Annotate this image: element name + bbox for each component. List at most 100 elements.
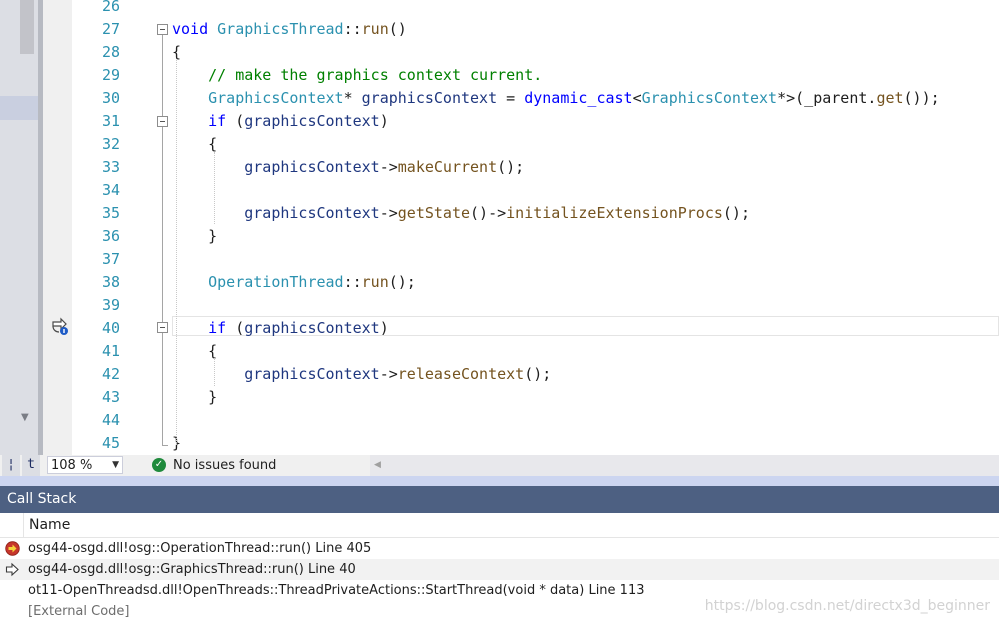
code-token: { bbox=[172, 43, 182, 61]
code-token: } bbox=[172, 227, 218, 245]
code-line[interactable]: // make the graphics context current. bbox=[172, 65, 542, 85]
panel-splitter[interactable] bbox=[0, 476, 999, 486]
code-token: { bbox=[172, 342, 218, 360]
code-line[interactable]: void GraphicsThread::run() bbox=[172, 19, 407, 39]
line-number: 45 bbox=[101, 434, 120, 452]
code-line[interactable]: { bbox=[172, 134, 217, 154]
issues-status[interactable]: No issues found bbox=[173, 455, 276, 476]
line-number: 36 bbox=[101, 227, 120, 245]
code-line[interactable]: { bbox=[172, 42, 181, 62]
code-line[interactable]: graphicsContext->getState()->initializeE… bbox=[172, 203, 750, 223]
collapse-block-icon[interactable] bbox=[157, 322, 168, 333]
code-token: GraphicsContext bbox=[172, 89, 344, 107]
caller-frame-arrow-icon bbox=[5, 562, 19, 577]
watermark: https://blog.csdn.net/directx3d_beginner bbox=[704, 598, 990, 614]
code-token: GraphicsContext bbox=[641, 89, 778, 107]
scroll-left-icon[interactable]: ◀ bbox=[374, 455, 381, 476]
code-token: -> bbox=[379, 365, 398, 383]
line-number: 41 bbox=[101, 342, 120, 360]
code-line[interactable]: OperationThread::run(); bbox=[172, 272, 416, 292]
line-number: 35 bbox=[101, 204, 120, 222]
code-token: (); bbox=[524, 365, 552, 383]
code-token: ( bbox=[235, 319, 245, 337]
code-token: * bbox=[343, 89, 362, 107]
code-token: if bbox=[172, 112, 236, 130]
line-number: 43 bbox=[101, 388, 120, 406]
collapse-block-icon[interactable] bbox=[157, 116, 168, 127]
line-number: 27 bbox=[101, 20, 120, 38]
editor-horizontal-scrollbar[interactable] bbox=[370, 455, 999, 476]
code-line[interactable]: } bbox=[172, 226, 217, 246]
line-number: 28 bbox=[101, 43, 120, 61]
code-line[interactable]: { bbox=[172, 341, 217, 361]
code-line[interactable]: if (graphicsContext) bbox=[172, 318, 389, 338]
code-token: *>(_parent. bbox=[777, 89, 877, 107]
code-token: OperationThread bbox=[172, 273, 344, 291]
line-number: 26 bbox=[101, 0, 120, 15]
code-token: makeCurrent bbox=[397, 158, 498, 176]
code-token: (); bbox=[497, 158, 525, 176]
indent-guide bbox=[176, 60, 177, 445]
line-number: 37 bbox=[101, 250, 120, 268]
code-token: graphicsContext bbox=[172, 365, 380, 383]
code-token: (); bbox=[722, 204, 750, 222]
code-token: ) bbox=[379, 319, 389, 337]
code-token: -> bbox=[379, 158, 398, 176]
line-number: 32 bbox=[101, 135, 120, 153]
code-token: { bbox=[172, 135, 218, 153]
code-token: } bbox=[172, 388, 218, 406]
code-token: releaseContext bbox=[397, 365, 525, 383]
scrollbar-marker bbox=[0, 96, 38, 120]
code-line[interactable]: graphicsContext->makeCurrent(); bbox=[172, 157, 524, 177]
code-token: dynamic_cast bbox=[524, 89, 633, 107]
call-stack-frame: ot11-OpenThreadsd.dll!OpenThreads::Threa… bbox=[28, 583, 645, 598]
code-token: run bbox=[361, 273, 389, 291]
fold-end bbox=[162, 445, 168, 446]
check-circle-icon: ✓ bbox=[152, 458, 166, 472]
call-stack-header: Name bbox=[0, 513, 999, 538]
indent-guide bbox=[214, 152, 215, 224]
code-token: -> bbox=[379, 204, 398, 222]
code-line[interactable]: if (graphicsContext) bbox=[172, 111, 389, 131]
call-stack-row[interactable]: osg44-osgd.dll!osg::OperationThread::run… bbox=[0, 538, 999, 559]
code-token: ( bbox=[235, 112, 245, 130]
step-return-icon bbox=[52, 317, 68, 335]
code-token: if bbox=[172, 319, 236, 337]
scroll-down-icon[interactable]: ▼ bbox=[21, 412, 29, 423]
code-editor[interactable]: ▼ 26 27 28 29 30 31 32 33 34 35 36 37 38 39 40 41 42 43 44… bbox=[0, 0, 999, 455]
navigation-toggle-button[interactable]: t bbox=[22, 455, 40, 476]
call-stack-title[interactable]: Call Stack bbox=[0, 486, 999, 513]
code-token: initializeExtensionProcs bbox=[506, 204, 723, 222]
split-toggle-button[interactable]: ¦ bbox=[2, 455, 20, 476]
code-token: graphicsContext bbox=[244, 112, 380, 130]
call-stack-panel[interactable]: Name osg44-osgd.dll!osg::OperationThread… bbox=[0, 513, 999, 627]
glyph-margin[interactable] bbox=[38, 0, 72, 455]
code-token: < bbox=[632, 89, 642, 107]
call-stack-row[interactable]: osg44-osgd.dll!osg::GraphicsThread::run(… bbox=[0, 559, 999, 580]
line-number: 30 bbox=[101, 89, 120, 107]
code-line[interactable]: graphicsContext->releaseContext(); bbox=[172, 364, 551, 384]
code-token: :: bbox=[343, 273, 362, 291]
scrollbar-thumb[interactable] bbox=[20, 0, 34, 54]
chevron-down-icon[interactable]: ▼ bbox=[112, 457, 119, 474]
code-token: // make the graphics context current. bbox=[172, 66, 543, 84]
code-token: graphicsContext bbox=[361, 89, 498, 107]
collapse-function-icon[interactable] bbox=[157, 24, 168, 35]
code-token: ()-> bbox=[470, 204, 507, 222]
code-token: graphicsContext bbox=[172, 204, 380, 222]
line-number: 42 bbox=[101, 365, 120, 383]
code-token: graphicsContext bbox=[172, 158, 380, 176]
editor-vertical-scrollbar[interactable]: ▼ bbox=[0, 0, 38, 455]
code-line[interactable]: } bbox=[172, 387, 217, 407]
zoom-dropdown[interactable]: 108 % ▼ bbox=[47, 456, 123, 474]
line-number: 39 bbox=[101, 296, 120, 314]
line-number: 31 bbox=[101, 112, 120, 130]
code-line[interactable]: GraphicsContext* graphicsContext = dynam… bbox=[172, 88, 940, 108]
line-number: 38 bbox=[101, 273, 120, 291]
zoom-value: 108 % bbox=[51, 458, 93, 473]
code-token: (); bbox=[388, 273, 416, 291]
column-header-name[interactable]: Name bbox=[29, 513, 70, 537]
code-token: GraphicsThread bbox=[217, 20, 344, 38]
call-stack-frame: osg44-osgd.dll!osg::OperationThread::run… bbox=[28, 541, 372, 556]
line-number: 40 bbox=[101, 319, 120, 337]
